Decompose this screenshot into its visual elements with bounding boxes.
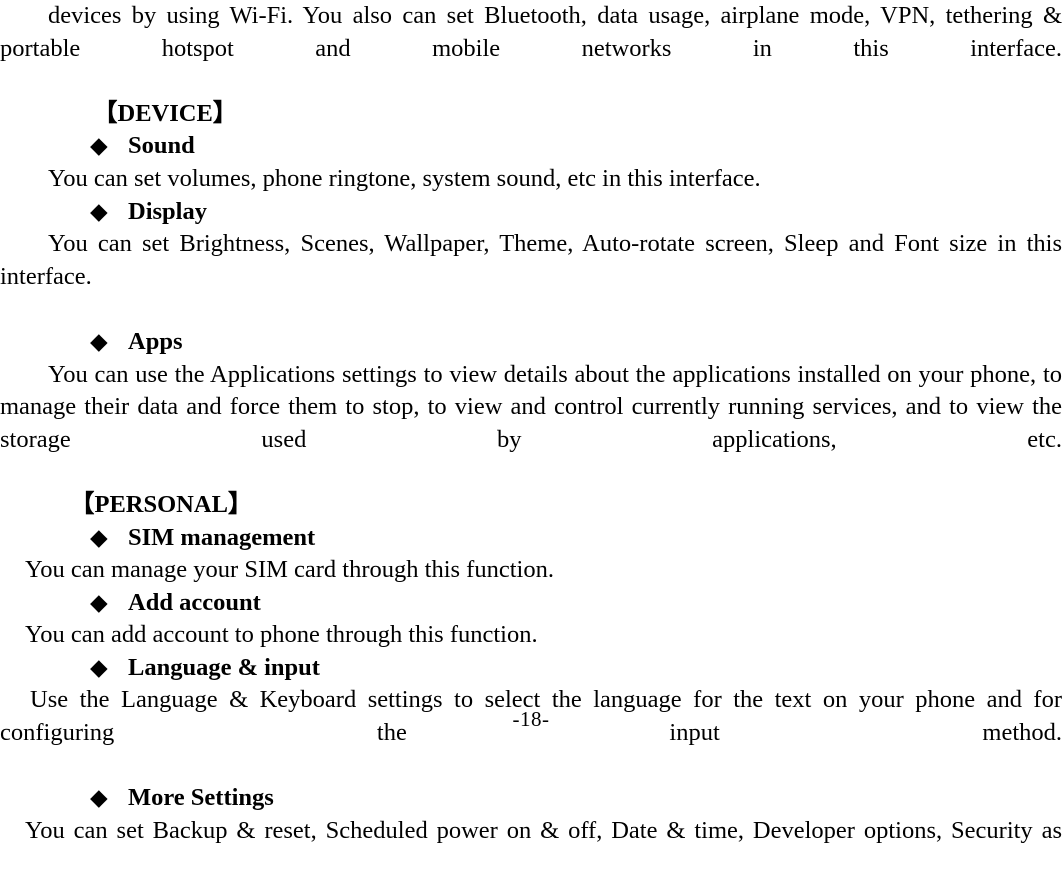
bullet-label-sim-management: SIM management	[128, 523, 316, 551]
diamond-bullet-icon: ◆	[90, 785, 108, 811]
bullet-label-add-account: Add account	[128, 588, 261, 616]
description-sound: You can set volumes, phone ringtone, sys…	[48, 164, 761, 192]
diamond-bullet-icon: ◆	[90, 133, 108, 159]
page-number: -18-	[512, 707, 550, 731]
bullet-item-apps: ◆ Apps	[0, 326, 1062, 359]
description-apps: You can use the Applications settings to…	[0, 360, 1062, 453]
bullet-item-more-settings: ◆ More Settings	[0, 782, 1062, 815]
diamond-bullet-icon: ◆	[90, 589, 108, 615]
description-add-account: You can add account to phone through thi…	[25, 621, 538, 649]
page-content: devices by using Wi-Fi. You also can set…	[0, 0, 1062, 880]
diamond-bullet-icon: ◆	[90, 328, 108, 354]
bullet-label-language-input: Language & input	[128, 653, 320, 681]
bullet-label-sound: Sound	[128, 132, 195, 160]
bullet-item-sim-management: ◆ SIM management	[0, 522, 1062, 555]
bullet-item-add-account: ◆ Add account	[0, 587, 1062, 620]
section-heading-device: 【DEVICE】	[93, 99, 238, 127]
description-display: You can set Brightness, Scenes, Wallpape…	[0, 230, 1062, 290]
bullet-label-display: Display	[128, 197, 207, 225]
intro-paragraph: devices by using Wi-Fi. You also can set…	[0, 2, 1062, 62]
bullet-label-more-settings: More Settings	[128, 784, 274, 812]
description-sim-management: You can manage your SIM card through thi…	[25, 556, 554, 584]
diamond-bullet-icon: ◆	[90, 524, 108, 550]
description-more-settings: You can set Backup & reset, Scheduled po…	[25, 816, 1062, 844]
diamond-bullet-icon: ◆	[90, 198, 108, 224]
bullet-item-language-input: ◆ Language & input	[0, 652, 1062, 685]
bullet-item-display: ◆ Display	[0, 196, 1062, 229]
section-heading-personal: 【PERSONAL】	[70, 490, 253, 518]
bullet-item-sound: ◆ Sound	[0, 130, 1062, 163]
description-language-input: Use the Language & Keyboard settings to …	[0, 686, 1062, 747]
diamond-bullet-icon: ◆	[90, 654, 108, 680]
bullet-label-apps: Apps	[128, 327, 183, 355]
manual-page: devices by using Wi-Fi. You also can set…	[0, 0, 1062, 844]
